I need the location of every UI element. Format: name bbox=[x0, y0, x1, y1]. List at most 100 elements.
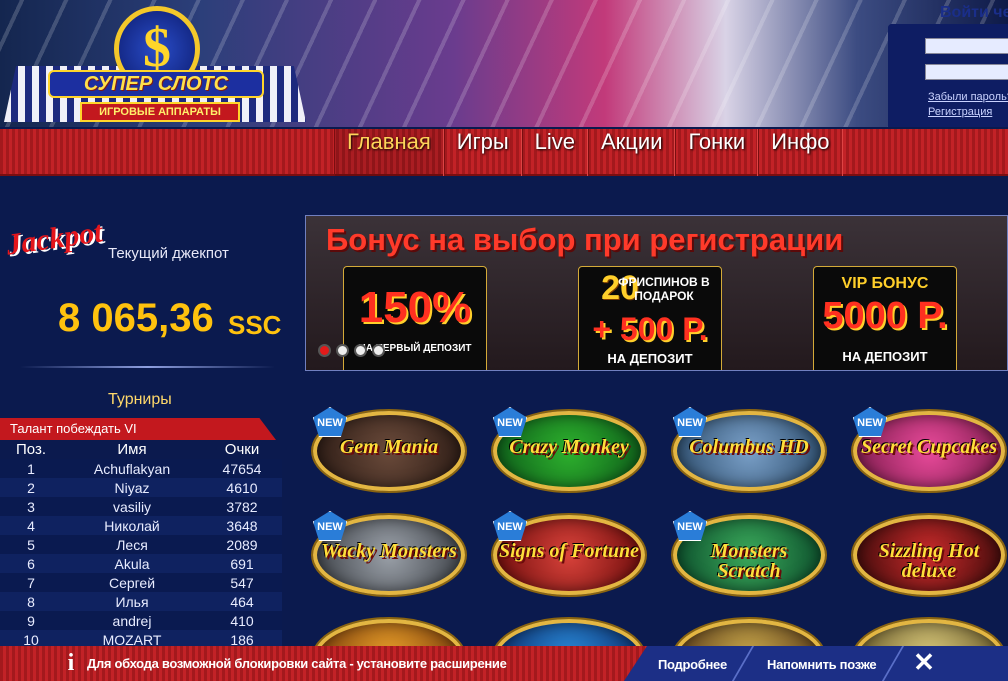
bonus-card-vip[interactable]: VIP БОНУС 5000 Р. НА ДЕПОЗИТ bbox=[813, 266, 957, 370]
register-link[interactable]: Регистрация bbox=[928, 106, 992, 118]
tournament-name: Талант побеждать VI bbox=[10, 421, 137, 436]
cell-name: Леся bbox=[62, 535, 202, 554]
col-position: Поз. bbox=[16, 441, 46, 458]
cell-pos: 1 bbox=[0, 459, 62, 478]
cell-name: Илья bbox=[62, 592, 202, 611]
col-name: Имя bbox=[117, 441, 147, 458]
new-badge: NEW bbox=[493, 511, 527, 541]
table-row: 9 andrej 410 bbox=[0, 611, 282, 630]
table-row: 2 Niyaz 4610 bbox=[0, 478, 282, 497]
game-title: Columbus HD bbox=[689, 436, 809, 458]
cell-pos: 9 bbox=[0, 611, 62, 630]
vip-bonus-amount: 5000 Р. bbox=[822, 295, 948, 337]
table-row: 5 Леся 2089 bbox=[0, 535, 282, 554]
new-badge: NEW bbox=[673, 511, 707, 541]
nav-item-races[interactable]: Гонки bbox=[675, 129, 759, 176]
jackpot-currency: SSC bbox=[228, 310, 282, 340]
table-row: 4 Николай 3648 bbox=[0, 516, 282, 535]
cell-name: andrej bbox=[62, 611, 202, 630]
slider-dot[interactable] bbox=[336, 344, 349, 357]
table-row: 6 Akula 691 bbox=[0, 554, 282, 573]
cell-name: Niyaz bbox=[62, 478, 202, 497]
cell-pos: 5 bbox=[0, 535, 62, 554]
login-password-input[interactable] bbox=[925, 64, 1008, 80]
forgot-password-link[interactable]: Забыли пароль? bbox=[928, 91, 1008, 103]
more-info-link[interactable]: Подробнее bbox=[658, 657, 727, 672]
new-badge: NEW bbox=[313, 407, 347, 437]
site-logo[interactable]: $ СУПЕР СЛОТС ИГРОВЫЕ АППАРАТЫ bbox=[4, 4, 306, 126]
close-icon[interactable]: ✕ bbox=[912, 649, 936, 675]
cell-pos: 4 bbox=[0, 516, 62, 535]
slider-dot[interactable] bbox=[318, 344, 331, 357]
cell-points: 3648 bbox=[202, 516, 282, 535]
cell-pos: 2 bbox=[0, 478, 62, 497]
game-title: Gem Mania bbox=[339, 436, 439, 458]
cell-points: 3782 bbox=[202, 497, 282, 516]
cell-pos: 8 bbox=[0, 592, 62, 611]
game-tile[interactable]: Sizzling Hot deluxe bbox=[845, 501, 1005, 595]
game-title: Secret Cupcakes bbox=[860, 436, 998, 458]
tournament-table: Поз. Имя Очки 1 Achuflakyan 47654 2 Niyaz 461… bbox=[0, 440, 282, 649]
game-title: Monsters Scratch bbox=[710, 540, 788, 582]
cell-name: Achuflakyan bbox=[62, 459, 202, 478]
nav-item-games[interactable]: Игры bbox=[443, 129, 522, 176]
bonus-percent: 150% bbox=[358, 283, 472, 332]
new-badge: NEW bbox=[493, 407, 527, 437]
game-tile[interactable]: Gem Mania NEW bbox=[305, 397, 465, 491]
login-username-input[interactable] bbox=[925, 38, 1008, 54]
cell-name: Сергей bbox=[62, 573, 202, 592]
game-tile[interactable]: Crazy Monkey NEW bbox=[485, 397, 645, 491]
game-tile[interactable]: Monsters Scratch NEW bbox=[665, 501, 825, 595]
vip-deposit-caption: НА ДЕПОЗИТ bbox=[842, 349, 928, 364]
table-row: 3 vasiliy 3782 bbox=[0, 497, 282, 516]
games-grid: Gem Mania NEW Crazy Monkey NEW Columbus HD NE… bbox=[305, 395, 1008, 681]
cell-pos: 6 bbox=[0, 554, 62, 573]
cell-name: Akula bbox=[62, 554, 202, 573]
new-badge: NEW bbox=[313, 511, 347, 541]
cell-points: 547 bbox=[202, 573, 282, 592]
jackpot-label: Текущий джекпот bbox=[108, 245, 229, 262]
deposit-caption: НА ДЕПОЗИТ bbox=[607, 351, 693, 366]
divider bbox=[20, 366, 275, 368]
game-tile[interactable]: Columbus HD NEW bbox=[665, 397, 825, 491]
new-badge: NEW bbox=[853, 407, 887, 437]
jackpot-amount: 8 065,36 bbox=[58, 296, 214, 340]
freespins-caption: ФРИСПИНОВ В ПОДАРОК bbox=[618, 275, 710, 303]
cell-pos: 7 bbox=[0, 573, 62, 592]
promo-banner[interactable]: Бонус на выбор при регистрации 150% НА П… bbox=[305, 215, 1008, 371]
jackpot-logo: Jackpot bbox=[4, 215, 105, 262]
nav-item-promotions[interactable]: Акции bbox=[588, 129, 676, 176]
cell-points: 410 bbox=[202, 611, 282, 630]
nav-item-live[interactable]: Live bbox=[521, 129, 588, 176]
slider-dot[interactable] bbox=[372, 344, 385, 357]
slider-dot[interactable] bbox=[354, 344, 367, 357]
cell-points: 691 bbox=[202, 554, 282, 573]
deposit-bonus-amount: + 500 Р. bbox=[592, 311, 708, 347]
nav-item-info[interactable]: Инфо bbox=[758, 129, 843, 176]
new-badge: NEW bbox=[673, 407, 707, 437]
slider-dots bbox=[318, 344, 385, 357]
cell-name: Николай bbox=[62, 516, 202, 535]
login-title: Войти че bbox=[940, 4, 1008, 21]
table-row: 7 Сергей 547 bbox=[0, 573, 282, 592]
game-tile[interactable]: Signs of Fortune NEW bbox=[485, 501, 645, 595]
game-tile[interactable]: Wacky Monsters NEW bbox=[305, 501, 465, 595]
notice-text: Для обхода возможной блокировки сайта - … bbox=[87, 656, 507, 671]
logo-subtitle: ИГРОВЫЕ АППАРАТЫ bbox=[80, 102, 240, 122]
bonus-card-freespins[interactable]: 20 ФРИСПИНОВ В ПОДАРОК + 500 Р. НА ДЕПОЗ… bbox=[578, 266, 722, 370]
vip-bonus-title: VIP БОНУС bbox=[841, 275, 929, 292]
logo-title: СУПЕР СЛОТС bbox=[48, 70, 264, 98]
game-title: Crazy Monkey bbox=[509, 436, 629, 458]
game-title: Wacky Monsters bbox=[321, 540, 457, 562]
banner-title: Бонус на выбор при регистрации bbox=[326, 222, 844, 257]
cell-points: 2089 bbox=[202, 535, 282, 554]
remind-later-link[interactable]: Напомнить позже bbox=[767, 657, 877, 672]
tournament-banner[interactable]: Талант побеждать VI bbox=[0, 418, 276, 440]
game-tile[interactable]: Secret Cupcakes NEW bbox=[845, 397, 1005, 491]
table-row: 1 Achuflakyan 47654 bbox=[0, 459, 282, 478]
tournaments-title[interactable]: Турниры bbox=[108, 391, 172, 409]
cell-points: 4610 bbox=[202, 478, 282, 497]
extension-notice: i Для обхода возможной блокировки сайта … bbox=[0, 646, 1008, 681]
cell-points: 47654 bbox=[202, 459, 282, 478]
nav-item-home[interactable]: Главная bbox=[334, 129, 444, 176]
